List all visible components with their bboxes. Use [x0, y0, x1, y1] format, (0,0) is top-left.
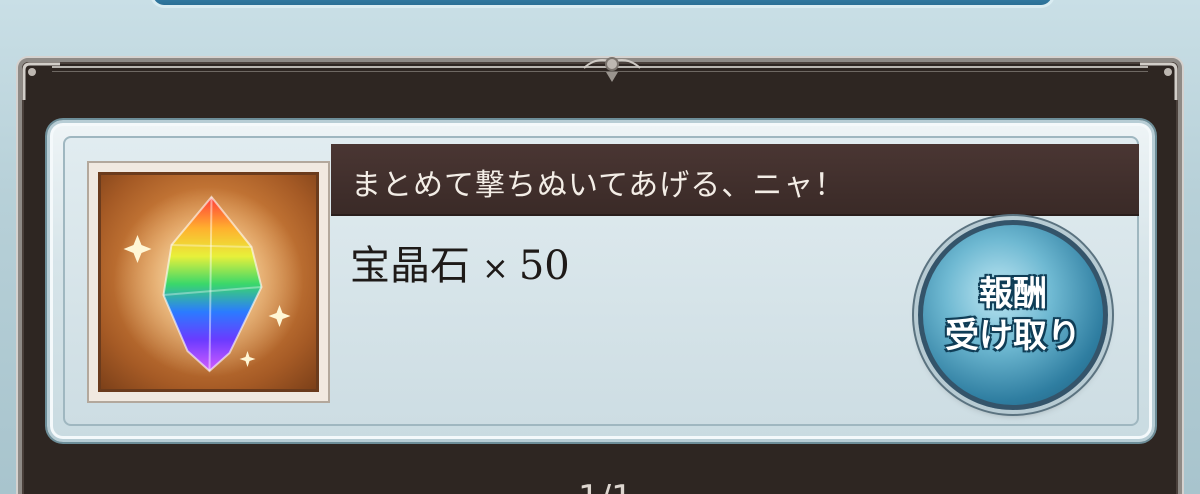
frame-ornament-icon [583, 57, 641, 82]
mission-title-band: まとめて撃ちぬいてあげる、ニャ！ [331, 144, 1139, 216]
rainbow-crystal-icon [113, 187, 304, 377]
frame-corner-left-icon [22, 62, 60, 100]
reward-line: 宝晶石 × 50 [350, 233, 570, 291]
claim-reward-button-line2: 受け取り [945, 316, 1081, 356]
reward-item-frame [98, 172, 319, 392]
claim-reward-button-line1: 報酬 [979, 274, 1047, 314]
top-banner-bar [150, 0, 1055, 8]
claim-reward-button[interactable]: 報酬 受け取り [918, 220, 1108, 410]
reward-item-thumbnail [87, 161, 330, 403]
mission-card: まとめて撃ちぬいてあげる、ニャ！ 宝晶石 × 50 報酬 受け取り [47, 120, 1155, 442]
reward-quantity: 50 [518, 243, 570, 289]
reward-multiplier: × [482, 249, 509, 287]
mission-title: まとめて撃ちぬいてあげる、ニャ！ [351, 168, 846, 203]
frame-corner-right-icon [1140, 62, 1178, 100]
page-indicator: 1/1 [578, 478, 633, 494]
reward-name: 宝晶石 [350, 243, 470, 289]
